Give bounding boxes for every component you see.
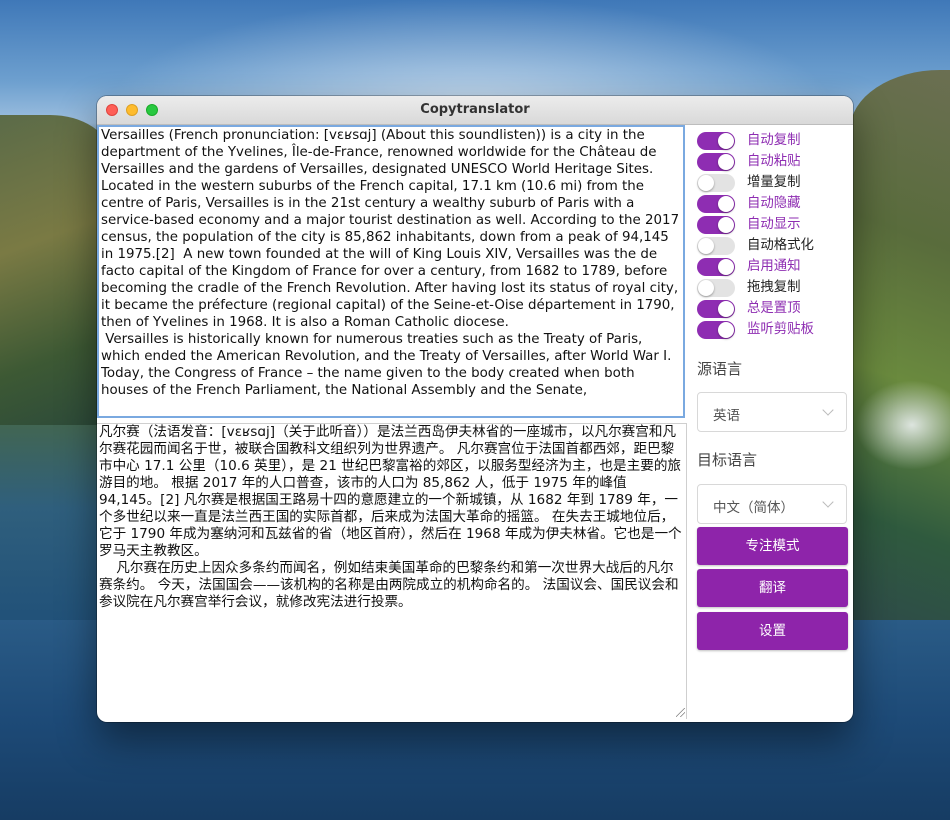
desktop-cloud (855, 380, 950, 470)
toggle-label: 总是置顶 (747, 301, 801, 316)
option-enable-notification[interactable]: 启用通知 (695, 256, 853, 277)
translate-button[interactable]: 翻译 (697, 569, 848, 607)
toggle-switch[interactable] (697, 174, 735, 192)
source-language-label: 源语言 (697, 360, 743, 378)
target-language-value: 中文（简体） (713, 500, 794, 516)
option-listen-clipboard[interactable]: 监听剪贴板 (695, 319, 853, 340)
option-drag-copy[interactable]: 拖拽复制 (695, 277, 853, 298)
target-language-label: 目标语言 (697, 451, 758, 469)
source-language-value: 英语 (713, 408, 740, 424)
toggle-switch[interactable] (697, 279, 735, 297)
toggle-label: 拖拽复制 (747, 280, 801, 295)
source-language-select[interactable]: 英语 (697, 392, 847, 432)
toggle-label: 自动格式化 (747, 238, 814, 253)
option-incremental-copy[interactable]: 增量复制 (695, 172, 853, 193)
option-always-on-top[interactable]: 总是置顶 (695, 298, 853, 319)
window-title: Copytranslator (420, 102, 530, 117)
target-language-select[interactable]: 中文（简体） (697, 484, 847, 524)
translation-text-area[interactable]: 凡尔赛（法语发音：[vɛʁsɑj]（关于此听音））是法兰西岛伊夫林省的一座城市，… (97, 423, 687, 719)
toggle-switch[interactable] (697, 132, 735, 150)
options-panel: 自动复制 自动粘贴 增量复制 自动隐藏 自动显示 自动格式化 启用通知 拖拽复制… (695, 130, 853, 340)
toggle-label: 自动粘贴 (747, 154, 801, 169)
option-auto-hide[interactable]: 自动隐藏 (695, 193, 853, 214)
chevron-down-icon (822, 404, 834, 416)
settings-button[interactable]: 设置 (697, 612, 848, 650)
toggle-switch[interactable] (697, 195, 735, 213)
toggle-label: 自动隐藏 (747, 196, 801, 211)
toggle-switch[interactable] (697, 153, 735, 171)
option-auto-copy[interactable]: 自动复制 (695, 130, 853, 151)
toggle-switch[interactable] (697, 258, 735, 276)
desktop-mountain-left (0, 115, 110, 425)
chevron-down-icon (822, 496, 834, 508)
toggle-label: 增量复制 (747, 175, 801, 190)
toggle-switch[interactable] (697, 300, 735, 318)
toggle-switch[interactable] (697, 237, 735, 255)
toggle-label: 自动复制 (747, 133, 801, 148)
toggle-switch[interactable] (697, 321, 735, 339)
toggle-label: 监听剪贴板 (747, 322, 814, 337)
desktop-mountain-right (850, 70, 950, 630)
toggle-switch[interactable] (697, 216, 735, 234)
option-auto-paste[interactable]: 自动粘贴 (695, 151, 853, 172)
toggle-label: 启用通知 (747, 259, 801, 274)
option-auto-format[interactable]: 自动格式化 (695, 235, 853, 256)
source-text-area[interactable]: Versailles (French pronunciation: [vɛʁsɑ… (97, 125, 685, 418)
option-auto-show[interactable]: 自动显示 (695, 214, 853, 235)
app-window: Copytranslator Versailles (French pronun… (97, 96, 853, 722)
toggle-label: 自动显示 (747, 217, 801, 232)
focus-mode-button[interactable]: 专注模式 (697, 527, 848, 565)
title-bar: Copytranslator (97, 96, 853, 125)
resize-grip-icon[interactable] (676, 708, 685, 717)
